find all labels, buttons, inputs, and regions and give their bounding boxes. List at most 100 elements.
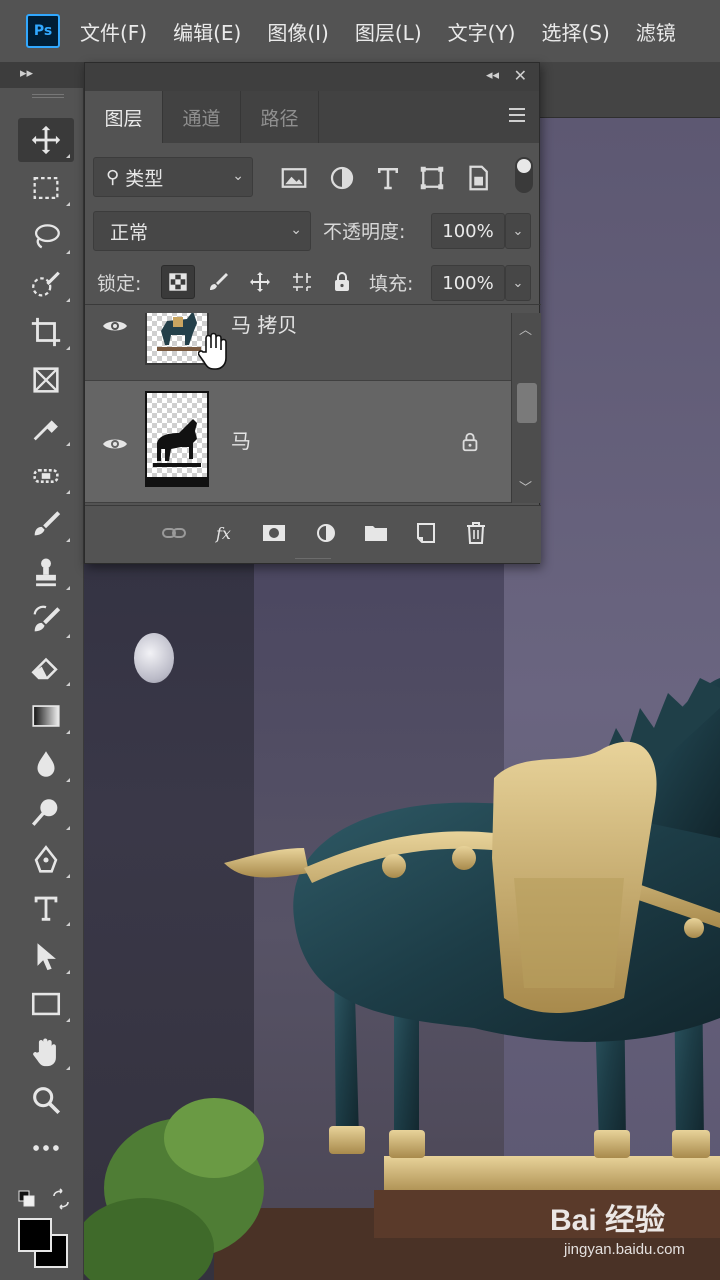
layer-row-horse[interactable]: 马 xyxy=(85,381,511,503)
type-layer-filter-icon[interactable] xyxy=(373,163,403,193)
lock-image-pixels[interactable] xyxy=(201,265,235,299)
tab-channels[interactable]: 通道 xyxy=(163,91,241,143)
history-brush-tool[interactable] xyxy=(18,598,74,642)
layer-style-button[interactable]: fx xyxy=(211,518,241,548)
menu-filter[interactable]: 滤镜 xyxy=(636,17,676,46)
close-icon[interactable]: ✕ xyxy=(514,66,527,85)
default-colors-icon[interactable] xyxy=(18,1190,36,1208)
eraser-tool[interactable] xyxy=(18,646,74,690)
opacity-input[interactable]: 100% xyxy=(431,213,505,249)
edit-toolbar[interactable] xyxy=(18,1126,74,1170)
gradient-tool[interactable] xyxy=(18,694,74,738)
scroll-down-icon[interactable]: ﹀ xyxy=(519,477,532,496)
foreground-color[interactable] xyxy=(18,1218,52,1252)
new-layer-button[interactable] xyxy=(411,518,441,548)
pixel-layer-filter-icon[interactable] xyxy=(279,163,309,193)
expand-toolbar-icon[interactable]: ▸▸ xyxy=(20,66,33,81)
tab-layers[interactable]: 图层 xyxy=(85,91,163,143)
menu-layer[interactable]: 图层(L) xyxy=(355,17,422,46)
clone-stamp-tool[interactable] xyxy=(18,550,74,594)
quick-selection-tool[interactable] xyxy=(18,262,74,306)
brush-icon xyxy=(210,273,228,290)
lock-transparent-pixels[interactable] xyxy=(161,265,195,299)
opacity-dropdown[interactable]: ⌄ xyxy=(505,213,531,249)
fill-input[interactable]: 100% xyxy=(431,265,505,301)
eye-icon[interactable] xyxy=(101,317,129,335)
layer-name: 马 xyxy=(231,429,251,453)
toolbar-header: ▸▸ xyxy=(0,62,84,88)
link-icon xyxy=(162,528,186,538)
panel-resize-grip[interactable] xyxy=(295,558,331,561)
blend-mode-select[interactable]: 正常 ⌄ xyxy=(93,211,311,251)
blend-mode-value: 正常 xyxy=(110,221,149,244)
frame-tool[interactable] xyxy=(18,358,74,402)
pen-tool[interactable] xyxy=(18,838,74,882)
adjustment-layer-filter-icon[interactable] xyxy=(327,163,357,193)
rectangle-tool[interactable] xyxy=(18,982,74,1026)
fill-dropdown[interactable]: ⌄ xyxy=(505,265,531,301)
filter-kind-select[interactable]: ⚲ 类型 ⌄ xyxy=(93,157,253,197)
add-mask-button[interactable] xyxy=(259,518,289,548)
chevron-down-icon: ⌄ xyxy=(232,168,244,184)
dodge-tool[interactable] xyxy=(18,790,74,834)
menu-select[interactable]: 选择(S) xyxy=(541,17,609,46)
scrollbar-thumb[interactable] xyxy=(517,383,537,423)
eye-icon[interactable] xyxy=(101,435,129,453)
eyedropper-tool[interactable] xyxy=(18,406,74,450)
watermark-logo: Bai 经验 xyxy=(550,1204,666,1237)
lock-label: 锁定: xyxy=(97,273,142,295)
healing-brush-tool[interactable] xyxy=(18,454,74,498)
menu-file[interactable]: 文件(F) xyxy=(80,17,147,46)
quick-selection-icon xyxy=(32,271,60,297)
brush-tool[interactable] xyxy=(18,502,74,546)
new-layer-icon xyxy=(417,523,435,543)
frame-icon xyxy=(33,367,59,393)
svg-text:fx: fx xyxy=(215,524,231,543)
menu-type[interactable]: 文字(Y) xyxy=(448,17,516,46)
trash-icon xyxy=(467,522,485,544)
search-icon: ⚲ xyxy=(106,166,120,188)
lock-all[interactable] xyxy=(325,265,359,299)
lock-artboard[interactable] xyxy=(285,265,319,299)
layers-scrollbar[interactable]: ︿ ﹀ xyxy=(511,313,541,503)
smart-object-filter-icon[interactable] xyxy=(463,163,493,193)
menu-edit[interactable]: 编辑(E) xyxy=(173,17,241,46)
zoom-tool[interactable] xyxy=(18,1078,74,1122)
photoshop-logo: Ps xyxy=(26,14,60,48)
panel-title-bar[interactable]: ◂◂ ✕ xyxy=(85,63,539,91)
fill-label: 填充: xyxy=(369,273,414,295)
delete-layer-button[interactable] xyxy=(461,518,491,548)
filter-toggle[interactable] xyxy=(515,157,533,193)
layer-row-horse-copy[interactable]: 马 拷贝 xyxy=(85,313,511,381)
type-icon xyxy=(34,896,58,921)
marquee-tool[interactable] xyxy=(18,166,74,210)
lock-position[interactable] xyxy=(243,265,277,299)
move-tool[interactable] xyxy=(18,118,74,162)
menu-image[interactable]: 图像(I) xyxy=(267,17,329,46)
gradient-icon xyxy=(32,705,60,727)
layer-lock-icon[interactable] xyxy=(459,431,481,453)
lasso-tool[interactable] xyxy=(18,214,74,258)
hand-tool[interactable] xyxy=(18,1030,74,1074)
brush-icon xyxy=(34,511,61,536)
link-layers-button[interactable] xyxy=(159,518,189,548)
bandage-icon xyxy=(33,469,59,483)
type-tool[interactable] xyxy=(18,886,74,930)
image-plant xyxy=(84,1098,264,1280)
toolbar-grip[interactable] xyxy=(32,94,64,98)
new-adjustment-layer-button[interactable] xyxy=(311,518,341,548)
tab-paths[interactable]: 路径 xyxy=(241,91,319,143)
collapse-panel-icon[interactable]: ◂◂ xyxy=(486,68,499,83)
blur-tool[interactable] xyxy=(18,742,74,786)
new-group-button[interactable] xyxy=(361,518,391,548)
scroll-up-icon[interactable]: ︿ xyxy=(519,319,532,338)
rect-marquee-icon xyxy=(33,176,59,200)
crop-icon xyxy=(31,317,61,347)
path-selection-tool[interactable] xyxy=(18,934,74,978)
crop-tool[interactable] xyxy=(18,310,74,354)
chevron-down-icon: ⌄ xyxy=(512,275,524,291)
swap-colors-icon[interactable] xyxy=(50,1188,72,1210)
eyedropper-icon xyxy=(33,420,58,441)
shape-layer-filter-icon[interactable] xyxy=(417,163,447,193)
panel-menu-icon[interactable] xyxy=(507,105,527,125)
